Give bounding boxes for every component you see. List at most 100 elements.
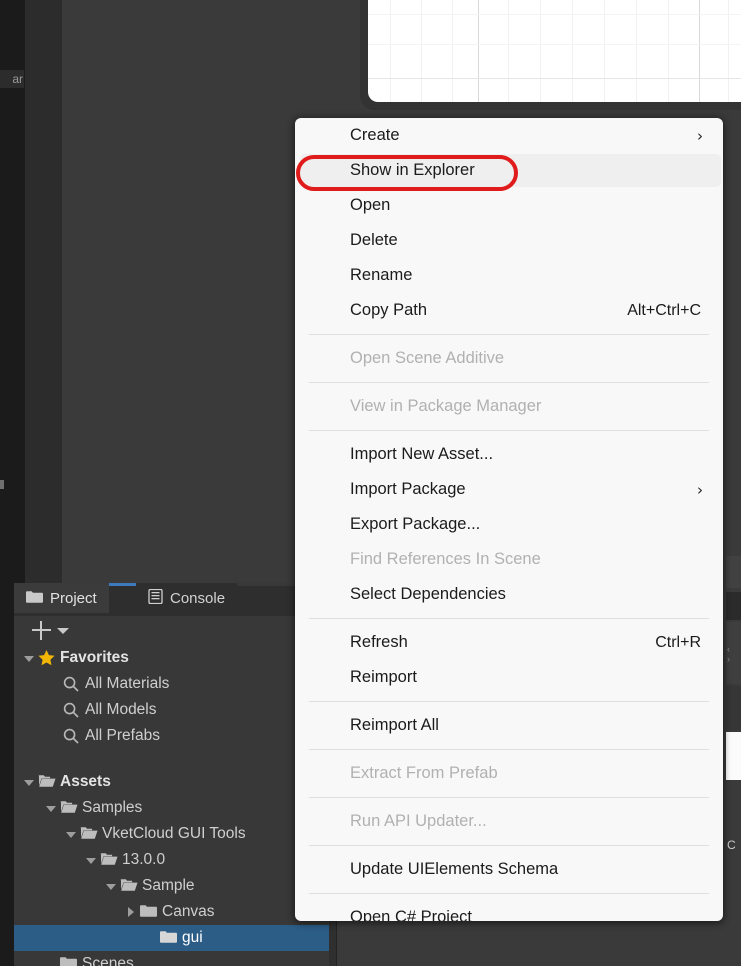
tree-item-label: All Models bbox=[83, 701, 157, 719]
tab-project-label: Project bbox=[50, 590, 97, 607]
chevron-down-icon[interactable] bbox=[22, 769, 37, 795]
folder-open-icon bbox=[37, 769, 58, 795]
menu-item-label: Export Package... bbox=[350, 515, 480, 534]
menu-item-label: Extract From Prefab bbox=[350, 764, 498, 783]
tree-item-vketcloud-gui-tools[interactable]: VketCloud GUI Tools bbox=[14, 821, 336, 847]
menu-separator bbox=[309, 749, 709, 750]
menu-item-label: View in Package Manager bbox=[350, 397, 541, 416]
search-icon bbox=[62, 697, 83, 723]
canvas-viewport[interactable] bbox=[368, 0, 741, 102]
menu-item-show-in-explorer[interactable]: Show in Explorer bbox=[295, 153, 723, 188]
tree-item-label: All Prefabs bbox=[83, 727, 160, 745]
tree-item-label: All Materials bbox=[83, 675, 169, 693]
tree-item-sample[interactable]: Sample bbox=[14, 873, 336, 899]
plus-icon[interactable] bbox=[32, 621, 51, 640]
left-edge-tick bbox=[0, 480, 4, 489]
menu-item-create[interactable]: Create › bbox=[295, 118, 723, 153]
chevron-down-icon[interactable] bbox=[64, 821, 79, 847]
menu-separator bbox=[309, 618, 709, 619]
menu-item-label: Select Dependencies bbox=[350, 585, 506, 604]
menu-item-label: Delete bbox=[350, 231, 398, 250]
menu-separator bbox=[309, 382, 709, 383]
tree-item-all-models[interactable]: All Models bbox=[14, 697, 336, 723]
tree-item-label: Favorites bbox=[58, 649, 129, 667]
hidden-right-panel: ‹ › C bbox=[726, 556, 741, 966]
tree-item-label: Scenes bbox=[80, 955, 134, 966]
tree-item-assets[interactable]: Assets bbox=[14, 769, 336, 795]
tree-item-label: 13.0.0 bbox=[120, 851, 165, 869]
tree-item-canvas[interactable]: Canvas bbox=[14, 899, 336, 925]
menu-item-label: Find References In Scene bbox=[350, 550, 541, 569]
tree-item-all-materials[interactable]: All Materials bbox=[14, 671, 336, 697]
tab-console[interactable]: Console bbox=[136, 583, 237, 613]
menu-item-shortcut: Alt+Ctrl+C bbox=[627, 302, 707, 320]
folder-icon bbox=[26, 590, 43, 607]
chevron-down-icon[interactable] bbox=[104, 873, 119, 899]
menu-item-open[interactable]: Open bbox=[295, 188, 723, 223]
search-icon bbox=[62, 671, 83, 697]
menu-separator bbox=[309, 430, 709, 431]
menu-item-label: Open C# Project bbox=[350, 908, 472, 921]
menu-item-label: Run API Updater... bbox=[350, 812, 487, 831]
chevron-down-icon[interactable] bbox=[44, 795, 59, 821]
folder-open-icon bbox=[59, 795, 80, 821]
clipped-left-label: ar bbox=[0, 70, 24, 88]
search-icon bbox=[62, 723, 83, 749]
tab-console-label: Console bbox=[170, 590, 225, 607]
menu-item-delete[interactable]: Delete bbox=[295, 223, 723, 258]
menu-item-reimport-all[interactable]: Reimport All bbox=[295, 708, 723, 743]
tree-item-label: Canvas bbox=[160, 903, 215, 921]
menu-item-label: Refresh bbox=[350, 633, 408, 652]
menu-item-find-references-in-scene: Find References In Scene bbox=[295, 542, 723, 577]
menu-separator bbox=[309, 701, 709, 702]
tree-item-version[interactable]: 13.0.0 bbox=[14, 847, 336, 873]
tree-item-scenes[interactable]: Scenes bbox=[14, 951, 336, 966]
folder-icon bbox=[139, 899, 160, 925]
menu-item-open-scene-additive: Open Scene Additive bbox=[295, 341, 723, 376]
menu-item-copy-path[interactable]: Copy Path Alt+Ctrl+C bbox=[295, 293, 723, 328]
menu-item-rename[interactable]: Rename bbox=[295, 258, 723, 293]
chevron-right-icon: › bbox=[693, 481, 707, 499]
menu-item-label: Update UIElements Schema bbox=[350, 860, 558, 879]
menu-item-label: Copy Path bbox=[350, 301, 427, 320]
tab-project[interactable]: Project bbox=[14, 583, 109, 613]
star-icon bbox=[37, 645, 58, 671]
console-log-icon bbox=[148, 589, 163, 608]
menu-item-import-new-asset[interactable]: Import New Asset... bbox=[295, 437, 723, 472]
tree-item-all-prefabs[interactable]: All Prefabs bbox=[14, 723, 336, 749]
project-panel: Project Console bbox=[14, 583, 336, 966]
menu-item-import-package[interactable]: Import Package › bbox=[295, 472, 723, 507]
menu-item-reimport[interactable]: Reimport bbox=[295, 660, 723, 695]
menu-separator bbox=[309, 334, 709, 335]
tree-item-label: Sample bbox=[140, 877, 195, 895]
chevron-down-icon[interactable] bbox=[22, 645, 37, 671]
menu-item-update-uielements-schema[interactable]: Update UIElements Schema bbox=[295, 852, 723, 887]
tree-item-gui[interactable]: gui bbox=[14, 925, 336, 951]
clipped-right-text: C bbox=[727, 838, 736, 852]
menu-item-label: Reimport bbox=[350, 668, 417, 687]
asset-context-menu: Create › Show in ExplorerOpen Delete Rename C… bbox=[295, 118, 723, 921]
caret-down-icon[interactable] bbox=[57, 628, 69, 634]
chevron-right-icon: › bbox=[693, 127, 707, 145]
menu-item-open-c-project[interactable]: Open C# Project bbox=[295, 900, 723, 921]
tree-item-label: Samples bbox=[80, 799, 142, 817]
menu-item-label: Import Package bbox=[350, 480, 466, 499]
menu-separator bbox=[309, 893, 709, 894]
tree-item-samples[interactable]: Samples bbox=[14, 795, 336, 821]
menu-item-label: Rename bbox=[350, 266, 412, 285]
menu-item-extract-from-prefab: Extract From Prefab bbox=[295, 756, 723, 791]
chevron-right-icon[interactable] bbox=[124, 899, 139, 925]
menu-item-label: Create bbox=[350, 126, 400, 145]
chevron-down-icon[interactable] bbox=[84, 847, 99, 873]
menu-item-label: Open Scene Additive bbox=[350, 349, 504, 368]
menu-item-export-package[interactable]: Export Package... bbox=[295, 507, 723, 542]
menu-separator bbox=[309, 797, 709, 798]
menu-item-select-dependencies[interactable]: Select Dependencies bbox=[295, 577, 723, 612]
screen-root: ar ‹ › C bbox=[0, 0, 741, 966]
menu-item-shortcut: Ctrl+R bbox=[655, 634, 707, 652]
tree-gap bbox=[14, 749, 336, 769]
tree-item-favorites[interactable]: Favorites bbox=[14, 645, 336, 671]
menu-item-refresh[interactable]: Refresh Ctrl+R bbox=[295, 625, 723, 660]
menu-item-view-in-package-manager: View in Package Manager bbox=[295, 389, 723, 424]
asset-tree: Favorites All Materials All Models bbox=[14, 645, 336, 966]
